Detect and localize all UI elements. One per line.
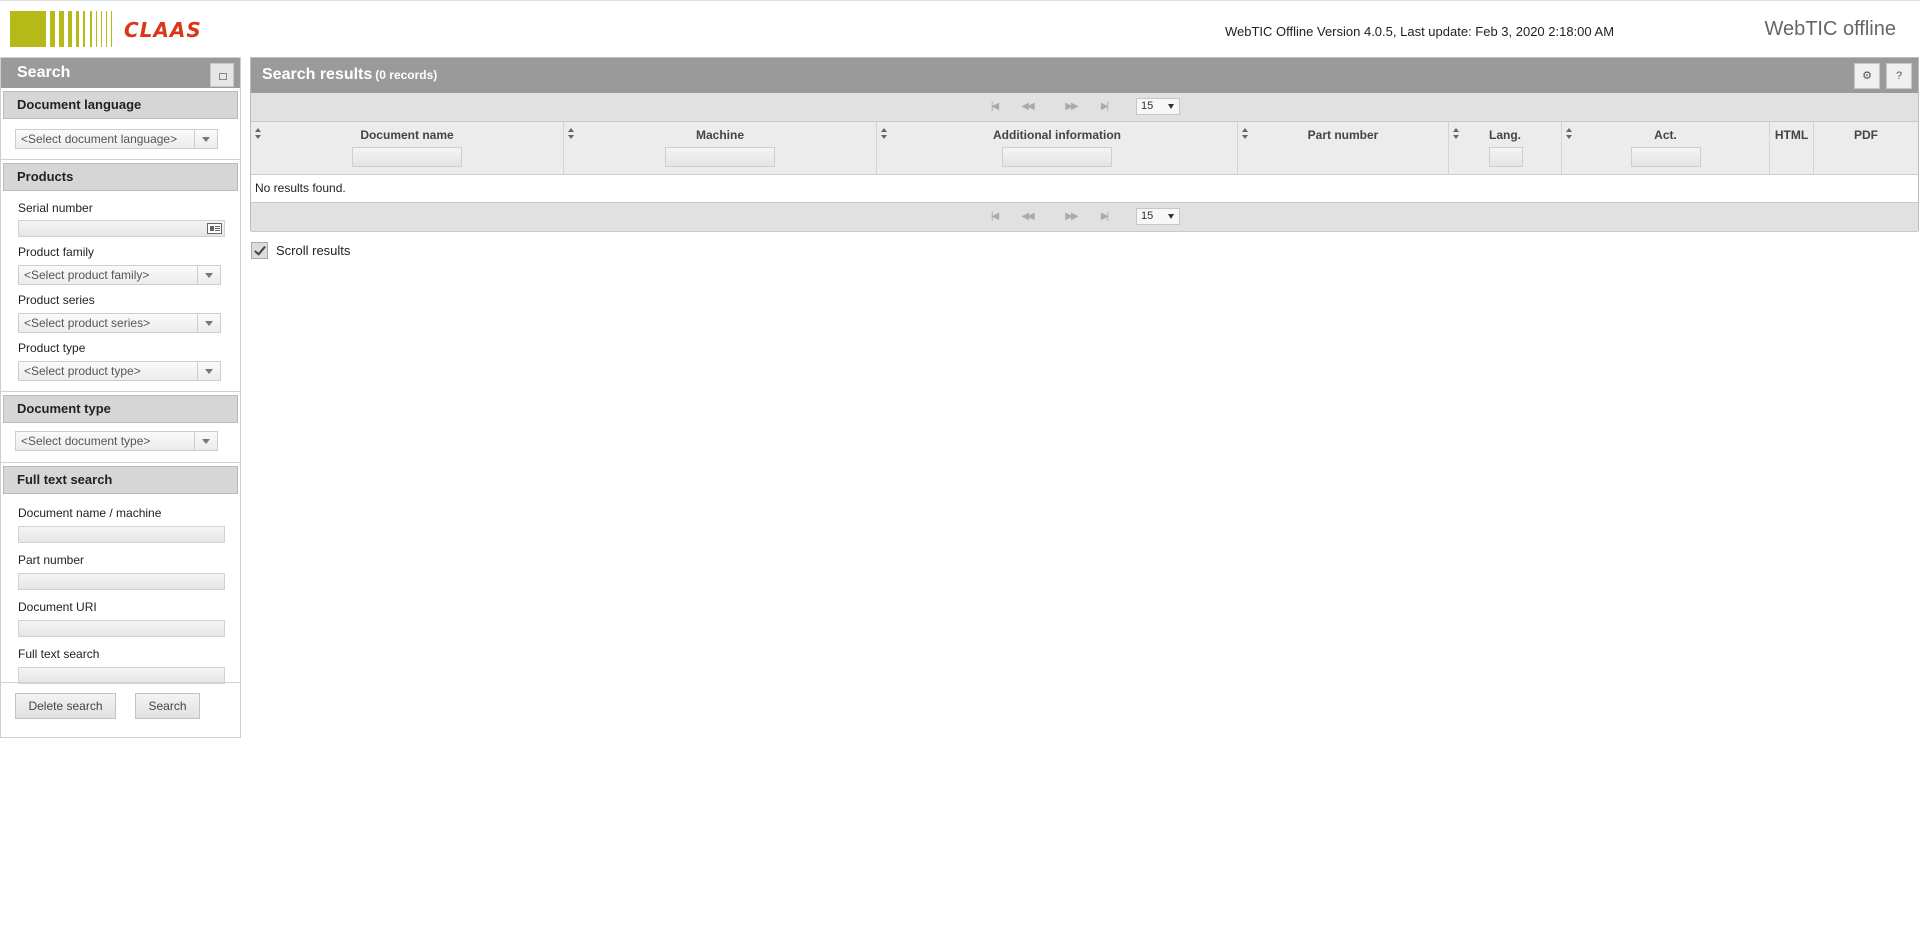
page-size-select[interactable]: 15: [1136, 208, 1180, 225]
next-page-icon[interactable]: ▶▶: [1058, 99, 1084, 115]
filter-additional-info-input[interactable]: [1002, 147, 1112, 167]
part-number-label: Part number: [18, 553, 85, 567]
column-pdf: PDF: [1814, 122, 1918, 174]
prev-page-icon[interactable]: ◀◀: [1014, 99, 1040, 115]
sidebar-title: Search: [17, 64, 71, 81]
gear-icon: ⚙: [1862, 70, 1872, 82]
results-header: Search results (0 records) ⚙ ?: [251, 58, 1918, 93]
column-language[interactable]: Lang.: [1449, 122, 1562, 174]
search-results-panel: Search results (0 records) ⚙ ? |◀ ◀◀ ▶▶ ▶…: [250, 57, 1919, 232]
pager-top: |◀ ◀◀ ▶▶ ▶| 15: [251, 93, 1918, 122]
chevron-down-icon: [197, 314, 220, 332]
serial-number-input[interactable]: [18, 220, 225, 237]
product-type-value: <Select product type>: [24, 364, 141, 378]
pager-bottom: |◀ ◀◀ ▶▶ ▶| 15: [251, 203, 1918, 232]
scroll-results-checkbox[interactable]: [251, 242, 268, 259]
column-label: Machine: [695, 128, 744, 142]
section-full-text-search: Full text search Document name / machine…: [1, 462, 240, 684]
product-type-label: Product type: [18, 341, 86, 355]
filter-document-name-input[interactable]: [352, 147, 462, 167]
settings-button[interactable]: ⚙: [1854, 63, 1880, 89]
document-language-select[interactable]: <Select document language>: [15, 129, 218, 149]
search-button[interactable]: Search: [135, 693, 200, 719]
full-text-label: Full text search: [18, 647, 100, 661]
results-count: (0 records): [375, 68, 438, 82]
chevron-down-icon: [194, 130, 217, 148]
column-additional-information[interactable]: Additional information: [877, 122, 1238, 174]
chevron-down-icon: [197, 362, 220, 380]
logo-stripes: [10, 11, 118, 47]
help-button[interactable]: ?: [1886, 63, 1912, 89]
document-uri-label: Document URI: [18, 600, 97, 614]
column-html: HTML: [1770, 122, 1814, 174]
section-header-products[interactable]: Products: [3, 163, 238, 191]
column-act[interactable]: Act.: [1562, 122, 1770, 174]
product-type-select[interactable]: <Select product type>: [18, 361, 221, 381]
document-type-select[interactable]: <Select document type>: [15, 431, 218, 451]
section-products: Products Serial number Product family <S…: [1, 159, 240, 391]
version-info: WebTIC Offline Version 4.0.5, Last updat…: [1225, 24, 1615, 39]
product-series-value: <Select product series>: [24, 316, 151, 330]
collapse-icon[interactable]: [210, 63, 234, 87]
column-label: PDF: [1854, 128, 1878, 142]
first-page-icon[interactable]: |◀: [981, 99, 1007, 115]
column-label: Document name: [360, 128, 454, 142]
scroll-results-label: Scroll results: [276, 243, 351, 258]
column-part-number[interactable]: Part number: [1238, 122, 1449, 174]
first-page-icon[interactable]: |◀: [981, 209, 1007, 225]
document-name-label: Document name / machine: [18, 506, 162, 520]
id-card-icon[interactable]: [207, 223, 222, 234]
no-results-message: No results found.: [251, 175, 1918, 203]
product-family-label: Product family: [18, 245, 95, 259]
last-page-icon[interactable]: ▶|: [1091, 99, 1117, 115]
prev-page-icon[interactable]: ◀◀: [1014, 209, 1040, 225]
results-grid-header: Document name Machine Additional informa…: [251, 122, 1918, 175]
delete-search-button[interactable]: Delete search: [15, 693, 116, 719]
serial-number-label: Serial number: [18, 201, 93, 215]
filter-language-input[interactable]: [1489, 147, 1523, 167]
product-series-label: Product series: [18, 293, 95, 307]
column-label: Additional information: [993, 128, 1121, 142]
document-language-value: <Select document language>: [21, 132, 178, 146]
product-family-value: <Select product family>: [24, 268, 150, 282]
logo-text: CLAAS: [124, 18, 202, 42]
filter-act-input[interactable]: [1631, 147, 1701, 167]
chevron-down-icon: [197, 266, 220, 284]
results-title: Search results: [262, 66, 373, 83]
search-sidebar: Search Document language <Select documen…: [0, 57, 241, 738]
app-brand: WebTIC offline: [1764, 18, 1896, 40]
section-document-type: Document type <Select document type>: [1, 391, 240, 462]
section-header-full-text-search[interactable]: Full text search: [3, 466, 238, 494]
last-page-icon[interactable]: ▶|: [1091, 209, 1117, 225]
page-size-select[interactable]: 15: [1136, 98, 1180, 115]
section-document-language: Document language <Select document langu…: [1, 91, 240, 159]
section-header-document-type[interactable]: Document type: [3, 395, 238, 423]
app-header: CLAAS WebTIC Offline Version 4.0.5, Last…: [0, 0, 1920, 57]
product-series-select[interactable]: <Select product series>: [18, 313, 221, 333]
column-label: Lang.: [1489, 128, 1521, 142]
column-machine[interactable]: Machine: [564, 122, 877, 174]
product-family-select[interactable]: <Select product family>: [18, 265, 221, 285]
column-label: Part number: [1307, 128, 1379, 142]
sidebar-header: Search: [1, 58, 240, 88]
part-number-input[interactable]: [18, 573, 225, 590]
claas-logo: CLAAS: [10, 11, 202, 47]
column-label: Act.: [1654, 128, 1677, 142]
chevron-down-icon: [194, 432, 217, 450]
next-page-icon[interactable]: ▶▶: [1058, 209, 1084, 225]
document-type-value: <Select document type>: [21, 434, 151, 448]
column-label: HTML: [1774, 128, 1809, 142]
filter-machine-input[interactable]: [665, 147, 775, 167]
column-document-name[interactable]: Document name: [251, 122, 564, 174]
document-uri-input[interactable]: [18, 620, 225, 637]
sidebar-actions: Delete search Search: [1, 682, 240, 729]
document-name-input[interactable]: [18, 526, 225, 543]
section-header-document-language[interactable]: Document language: [3, 91, 238, 119]
